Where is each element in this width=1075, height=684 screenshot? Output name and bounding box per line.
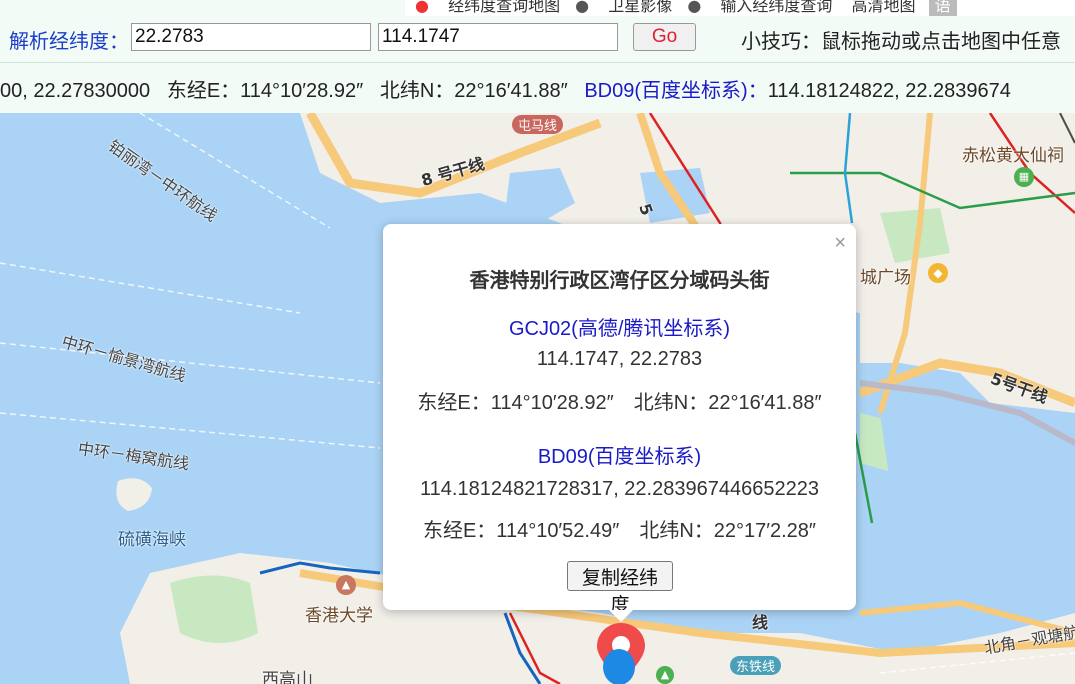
bd-label: BD09(百度坐标系) (537, 446, 702, 468)
coord-bd-label: BD09(百度坐标系)： (584, 80, 768, 102)
shopping-icon: ◆ (928, 263, 948, 283)
map-label-sulphur-channel: 硫磺海峡 (118, 530, 186, 550)
park-icon: ▲ (656, 666, 674, 684)
ferry-route-2 (0, 412, 381, 449)
map-label-tuen-ma: 屯马线 (512, 115, 564, 134)
top-strip: ● 经纬度查询地图 ● 卫星影像 ● 输入经纬度查询 高清地图 语 (0, 0, 1075, 16)
water-east (880, 413, 1075, 583)
bd-dms: 东经E：114°10′52.49″ 北纬N：22°17′2.28″ (422, 520, 817, 542)
coord-prefix: 00, 22.27830000 (0, 80, 151, 102)
map-label-hku: 香港大学 (305, 606, 373, 626)
copy-coordinates-button[interactable]: 复制经纬度 (567, 561, 673, 616)
coord-east: 东经E：114°10′28.92″ (166, 80, 364, 102)
map-label-xian: 线 (752, 613, 769, 632)
tab-dot-icon: ● (415, 0, 429, 15)
tip-text: 小技巧：鼠标拖动或点击地图中任意 (741, 31, 1061, 53)
tab-dot-icon: ● (575, 0, 590, 15)
close-icon[interactable]: × (834, 232, 846, 255)
location-popup: × 香港特别行政区湾仔区分域码头街 GCJ02(高德/腾讯坐标系) 114.17… (383, 224, 856, 622)
tab-language[interactable]: 语 (928, 0, 957, 16)
parse-label: 解析经纬度： (9, 31, 129, 53)
park-area (170, 575, 258, 643)
popup-title: 香港特别行政区湾仔区分域码头街 (469, 270, 770, 292)
gcj-value: 114.1747, 22.2783 (536, 348, 703, 370)
ferry-route-3 (0, 262, 301, 314)
coordinate-bar: 00, 22.27830000 东经E：114°10′28.92″ 北纬N：22… (0, 62, 1075, 114)
latitude-input[interactable] (131, 23, 371, 51)
tab-input-query[interactable]: 输入经纬度查询 (720, 0, 832, 15)
gcj-dms: 东经E：114°10′28.92″ 北纬N：22°16′41.88″ (417, 392, 822, 414)
map-label-wong-tai-sin: 赤松黄大仙祠 (962, 146, 1064, 166)
tab-hd-map[interactable]: 高清地图 (852, 0, 916, 15)
university-icon: ▲ (336, 575, 356, 595)
longitude-input[interactable] (378, 23, 618, 51)
coord-north: 北纬N：22°16′41.88″ (379, 80, 568, 102)
ferry-route-1 (0, 342, 381, 384)
gcj-label: GCJ02(高德/腾讯坐标系) (508, 318, 731, 340)
tab-dot-icon: ● (687, 0, 702, 15)
map-label-sai-ko-shan: 西高山 (262, 670, 313, 684)
marker-pin-icon[interactable] (594, 621, 648, 684)
tab-satellite[interactable]: 卫星影像 (608, 0, 672, 15)
map-label-plaza: 城广场 (860, 268, 911, 288)
tab-map-query[interactable]: 经纬度查询地图 (448, 0, 560, 15)
search-row: 解析经纬度： Go 小技巧：鼠标拖动或点击地图中任意 (0, 17, 1075, 61)
top-tab-bar: ● 经纬度查询地图 ● 卫星影像 ● 输入经纬度查询 高清地图 语 (405, 0, 1075, 16)
bd-value: 114.18124821728317, 22.283967446652223 (420, 478, 819, 500)
map-label-east-rail: 东铁线 (730, 656, 782, 675)
temple-icon: ▦ (1014, 167, 1034, 187)
coordinate-line: 00, 22.27830000 东经E：114°10′28.92″ 北纬N：22… (0, 74, 1011, 103)
go-button[interactable]: Go (633, 23, 696, 51)
green-island (116, 478, 152, 511)
coord-bd-value: 114.18124822, 22.2839674 (767, 80, 1011, 102)
